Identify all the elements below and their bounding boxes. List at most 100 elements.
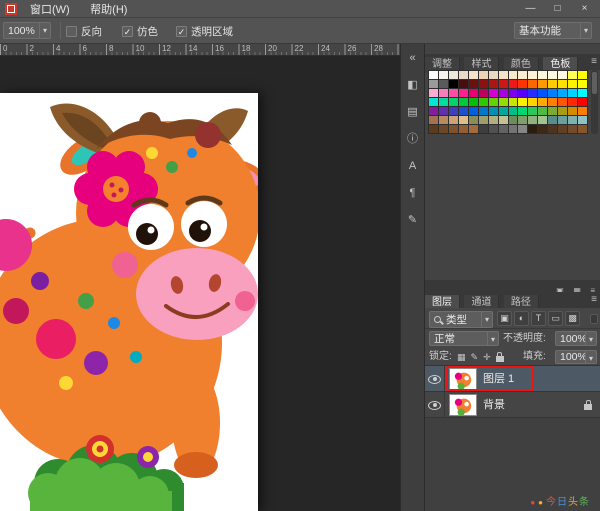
- swatch-6-12[interactable]: [548, 125, 557, 133]
- swatch-1-12[interactable]: [548, 80, 557, 88]
- restore-button[interactable]: □: [544, 0, 571, 18]
- swatch-4-8[interactable]: [509, 107, 518, 115]
- swatch-6-4[interactable]: [469, 125, 478, 133]
- filter-shape-icon[interactable]: ▭: [548, 311, 563, 326]
- swatch-5-9[interactable]: [518, 116, 527, 124]
- swatch-4-11[interactable]: [538, 107, 547, 115]
- swatch-4-13[interactable]: [558, 107, 567, 115]
- swatch-4-14[interactable]: [568, 107, 577, 115]
- swatch-0-10[interactable]: [528, 71, 537, 79]
- swatch-3-6[interactable]: [489, 98, 498, 106]
- swatch-2-0[interactable]: [429, 89, 438, 97]
- swatch-5-0[interactable]: [429, 116, 438, 124]
- fill-select[interactable]: 100% ▾: [555, 350, 597, 364]
- swatch-5-1[interactable]: [439, 116, 448, 124]
- filter-adjustment-icon[interactable]: ◐: [514, 311, 529, 326]
- canvas-area[interactable]: [0, 56, 400, 511]
- swatch-0-0[interactable]: [429, 71, 438, 79]
- swatch-4-4[interactable]: [469, 107, 478, 115]
- swatch-3-4[interactable]: [469, 98, 478, 106]
- swatch-1-14[interactable]: [568, 80, 577, 88]
- swatch-6-3[interactable]: [459, 125, 468, 133]
- swatch-2-13[interactable]: [558, 89, 567, 97]
- layer-row-layer1[interactable]: 图层 1: [425, 366, 600, 392]
- swatch-3-15[interactable]: [578, 98, 587, 106]
- collapse-panels-icon[interactable]: «: [404, 49, 422, 67]
- swatch-5-6[interactable]: [489, 116, 498, 124]
- navigator-icon[interactable]: ▤: [404, 103, 422, 121]
- opacity-select[interactable]: 100% ▾: [555, 331, 597, 346]
- swatch-4-3[interactable]: [459, 107, 468, 115]
- swatch-0-2[interactable]: [449, 71, 458, 79]
- swatch-0-8[interactable]: [509, 71, 518, 79]
- swatch-1-10[interactable]: [528, 80, 537, 88]
- lock-paint-icon[interactable]: ✎: [471, 350, 479, 364]
- swatch-0-1[interactable]: [439, 71, 448, 79]
- swatch-6-13[interactable]: [558, 125, 567, 133]
- character-panel-icon[interactable]: A: [404, 157, 422, 175]
- filter-type-select[interactable]: 类型 ▾: [429, 311, 493, 328]
- visibility-toggle[interactable]: [425, 366, 445, 392]
- layer-thumbnail[interactable]: [449, 368, 477, 390]
- swatch-1-0[interactable]: [429, 80, 438, 88]
- swatch-4-15[interactable]: [578, 107, 587, 115]
- swatch-4-12[interactable]: [548, 107, 557, 115]
- swatch-0-9[interactable]: [518, 71, 527, 79]
- swatch-3-0[interactable]: [429, 98, 438, 106]
- swatch-2-5[interactable]: [479, 89, 488, 97]
- swatch-1-8[interactable]: [509, 80, 518, 88]
- workspace-switcher[interactable]: 基本功能 ▾: [514, 22, 592, 39]
- filter-pixel-icon[interactable]: ▣: [497, 311, 512, 326]
- swatch-5-12[interactable]: [548, 116, 557, 124]
- swatch-2-15[interactable]: [578, 89, 587, 97]
- layer-thumbnail[interactable]: [449, 394, 477, 416]
- checkbox-dither[interactable]: ✓ 仿色: [122, 24, 158, 39]
- swatch-4-1[interactable]: [439, 107, 448, 115]
- swatch-5-10[interactable]: [528, 116, 537, 124]
- swatch-1-11[interactable]: [538, 80, 547, 88]
- swatch-6-10[interactable]: [528, 125, 537, 133]
- layer-row-background[interactable]: 背景: [425, 392, 600, 418]
- swatch-5-3[interactable]: [459, 116, 468, 124]
- info-icon[interactable]: ⓘ: [404, 130, 422, 148]
- swatch-4-9[interactable]: [518, 107, 527, 115]
- swatch-2-3[interactable]: [459, 89, 468, 97]
- swatch-3-7[interactable]: [499, 98, 508, 106]
- menu-window[interactable]: 窗口(W): [22, 2, 78, 19]
- swatch-5-14[interactable]: [568, 116, 577, 124]
- swatch-0-5[interactable]: [479, 71, 488, 79]
- swatch-2-6[interactable]: [489, 89, 498, 97]
- swatch-6-11[interactable]: [538, 125, 547, 133]
- swatch-0-4[interactable]: [469, 71, 478, 79]
- swatch-1-5[interactable]: [479, 80, 488, 88]
- swatch-5-4[interactable]: [469, 116, 478, 124]
- swatch-5-13[interactable]: [558, 116, 567, 124]
- menu-help[interactable]: 帮助(H): [82, 2, 135, 19]
- document-canvas[interactable]: [0, 93, 258, 511]
- visibility-toggle[interactable]: [425, 392, 445, 418]
- swatch-6-2[interactable]: [449, 125, 458, 133]
- swatch-5-7[interactable]: [499, 116, 508, 124]
- swatch-6-5[interactable]: [479, 125, 488, 133]
- checkbox-inverse[interactable]: 反向: [66, 24, 102, 39]
- scrollbar-thumb[interactable]: [592, 72, 597, 94]
- swatch-0-7[interactable]: [499, 71, 508, 79]
- swatch-0-14[interactable]: [568, 71, 577, 79]
- swatch-5-5[interactable]: [479, 116, 488, 124]
- paragraph-panel-icon[interactable]: ¶: [404, 184, 422, 202]
- lock-all-icon[interactable]: [496, 356, 504, 362]
- blend-mode-select[interactable]: 正常 ▾: [429, 331, 499, 346]
- swatch-0-3[interactable]: [459, 71, 468, 79]
- swatch-2-8[interactable]: [509, 89, 518, 97]
- swatch-6-14[interactable]: [568, 125, 577, 133]
- swatch-0-13[interactable]: [558, 71, 567, 79]
- swatch-6-0[interactable]: [429, 125, 438, 133]
- filter-smart-icon[interactable]: ▩: [565, 311, 580, 326]
- swatch-6-7[interactable]: [499, 125, 508, 133]
- swatch-2-1[interactable]: [439, 89, 448, 97]
- filter-type-icon[interactable]: T: [531, 311, 546, 326]
- swatch-3-1[interactable]: [439, 98, 448, 106]
- swatch-2-9[interactable]: [518, 89, 527, 97]
- swatch-4-10[interactable]: [528, 107, 537, 115]
- swatch-2-14[interactable]: [568, 89, 577, 97]
